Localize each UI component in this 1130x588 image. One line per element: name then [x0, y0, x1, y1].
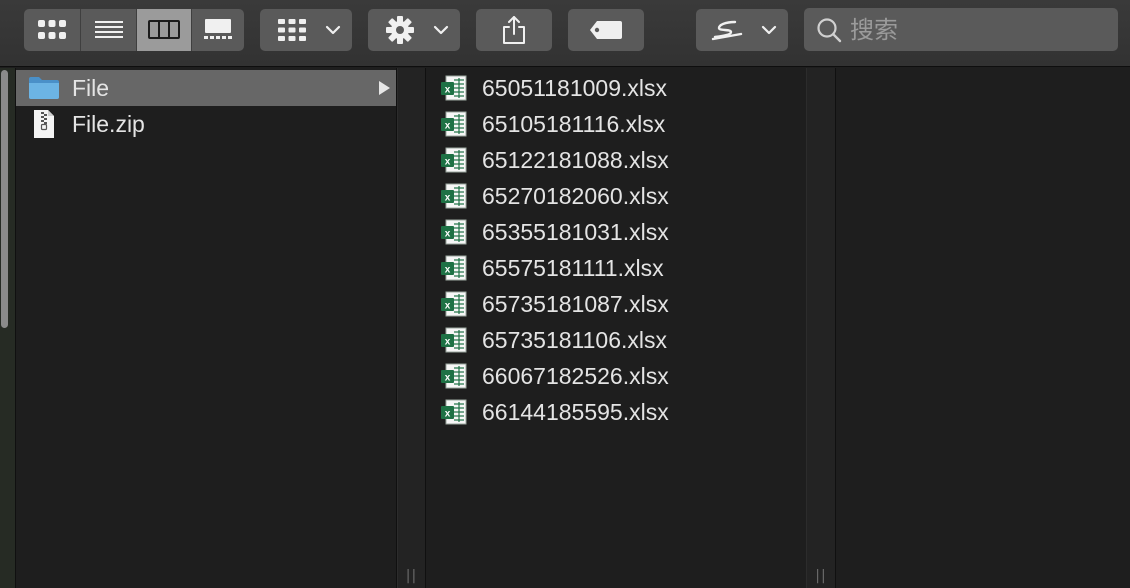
excel-file-icon: x	[441, 291, 467, 317]
chevron-down-icon	[325, 25, 341, 35]
excel-file-icon: x	[441, 111, 467, 137]
list-view-icon	[94, 21, 123, 38]
item-name: 65355181031.xlsx	[482, 218, 669, 245]
svg-text:x: x	[445, 301, 451, 312]
signature-icon	[711, 20, 743, 41]
finder-window: File File.zip || x 65051181009.xlsx x 65105…	[0, 0, 1130, 588]
action-chevron-wrap	[430, 9, 452, 51]
svg-text:x: x	[445, 373, 451, 384]
excel-file-icon: x	[441, 363, 467, 389]
svg-text:x: x	[445, 337, 451, 348]
list-item-xlsx[interactable]: x 65355181031.xlsx	[426, 214, 806, 250]
column-divider-1: ||	[397, 68, 426, 588]
excel-file-icon: x	[441, 147, 467, 173]
column-resize-handle[interactable]: ||	[815, 568, 826, 584]
disclosure-arrow-icon	[379, 81, 390, 95]
list-item-xlsx[interactable]: x 65122181088.xlsx	[426, 142, 806, 178]
item-name: 65575181111.xlsx	[482, 254, 664, 281]
markup-icon-wrap	[706, 9, 748, 51]
item-name: 65270182060.xlsx	[482, 182, 669, 209]
share-icon	[503, 16, 525, 44]
tag-icon	[590, 21, 622, 39]
item-name: 65735181087.xlsx	[482, 290, 669, 317]
share-icon-wrap	[476, 9, 552, 51]
view-mode-control	[24, 9, 244, 51]
list-item-file-zip[interactable]: File.zip	[16, 106, 396, 142]
browser-column-1: File File.zip	[16, 68, 397, 588]
list-item-xlsx[interactable]: x 65735181087.xlsx	[426, 286, 806, 322]
tags-button[interactable]	[568, 9, 644, 51]
group-by-button[interactable]	[260, 9, 352, 51]
svg-text:x: x	[445, 193, 451, 204]
list-item-xlsx[interactable]: x 66144185595.xlsx	[426, 394, 806, 430]
gear-icon	[386, 16, 414, 44]
tag-icon-wrap	[568, 9, 644, 51]
list-item-file-folder[interactable]: File	[16, 70, 396, 106]
svg-text:x: x	[445, 157, 451, 168]
excel-file-icon: x	[441, 399, 467, 425]
folder-icon	[29, 77, 59, 99]
search-field[interactable]	[804, 8, 1118, 51]
column-resize-handle[interactable]: ||	[406, 568, 417, 584]
item-name: 66067182526.xlsx	[482, 362, 669, 389]
svg-text:x: x	[445, 85, 451, 96]
list-item-xlsx[interactable]: x 66067182526.xlsx	[426, 358, 806, 394]
item-name: 65105181116.xlsx	[482, 110, 666, 137]
item-name: 65051181009.xlsx	[482, 74, 667, 101]
list-item-xlsx[interactable]: x 65105181116.xlsx	[426, 106, 806, 142]
list-item-xlsx[interactable]: x 65270182060.xlsx	[426, 178, 806, 214]
excel-file-icon: x	[441, 327, 467, 353]
list-item-xlsx[interactable]: x 65575181111.xlsx	[426, 250, 806, 286]
svg-text:x: x	[445, 265, 451, 276]
markup-tools-button[interactable]	[696, 9, 788, 51]
chevron-down-icon	[761, 25, 777, 35]
search-icon	[817, 18, 842, 43]
icon-view-button[interactable]	[24, 9, 80, 51]
toolbar	[0, 0, 1130, 67]
browser-column-3	[836, 68, 1130, 588]
group-grid-icon	[278, 19, 306, 41]
group-icon-wrap	[272, 9, 312, 51]
column-divider-2: ||	[806, 68, 836, 588]
item-name: 66144185595.xlsx	[482, 398, 669, 425]
search-input[interactable]	[850, 8, 1110, 51]
icon-view-icon	[38, 20, 66, 39]
group-chevron-wrap	[322, 9, 344, 51]
action-menu-button[interactable]	[368, 9, 460, 51]
gallery-view-button[interactable]	[192, 9, 244, 51]
svg-text:x: x	[445, 229, 451, 240]
chevron-down-icon	[433, 25, 449, 35]
svg-text:x: x	[445, 409, 451, 420]
list-item-xlsx[interactable]: x 65735181106.xlsx	[426, 322, 806, 358]
item-name: 65735181106.xlsx	[482, 326, 667, 353]
excel-file-icon: x	[441, 183, 467, 209]
gallery-view-icon	[204, 19, 232, 39]
sidebar-edge	[0, 68, 16, 588]
browser-column-2: x 65051181009.xlsx x 65105181116.xlsx x 65122…	[426, 68, 806, 588]
sidebar-scrollbar[interactable]	[1, 70, 8, 328]
item-name: File.zip	[72, 110, 145, 137]
markup-chevron-wrap	[758, 9, 780, 51]
item-name: File	[72, 74, 110, 101]
excel-file-icon: x	[441, 75, 467, 101]
zip-file-icon	[34, 110, 54, 138]
excel-file-icon: x	[441, 219, 467, 245]
gear-icon-wrap	[382, 9, 418, 51]
column-view-button[interactable]	[137, 9, 191, 51]
excel-file-icon: x	[441, 255, 467, 281]
list-item-xlsx[interactable]: x 65051181009.xlsx	[426, 70, 806, 106]
list-view-button[interactable]	[81, 9, 136, 51]
svg-text:x: x	[445, 121, 451, 132]
column-view-icon	[148, 20, 180, 39]
share-button[interactable]	[476, 9, 552, 51]
item-name: 65122181088.xlsx	[482, 146, 669, 173]
